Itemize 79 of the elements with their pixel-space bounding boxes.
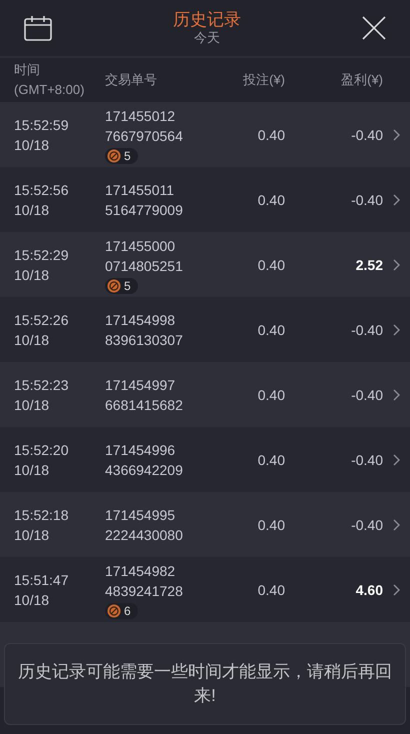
record-date: 10/18 [14,396,50,414]
chevron-right-icon [393,128,400,140]
record-date: 10/18 [14,330,50,350]
stake-amount: 0.40 [258,320,285,340]
record-date: 10/18 [14,460,50,480]
record-time: 15:52:59 [14,116,68,134]
order-number: 4366942209 [105,460,183,480]
stake-amount: 0.40 [258,256,285,274]
record-row[interactable]: 15:52:23 10/18 171454997 6681415682 0.40 -0.40 [0,362,410,427]
order-number: 171454997 [105,376,176,394]
page-title: 历史记录 [173,10,241,30]
record-row[interactable]: 15:52:59 10/18 171455012 7667970564 5 0.40 -0.40 [0,102,410,167]
chevron-right-icon [393,258,400,270]
chevron-right-icon [393,454,400,466]
record-time: 15:52:56 [14,180,68,200]
record-date: 10/18 [14,590,50,610]
profit-amount: 4.60 [356,580,383,600]
order-number: 171454995 [105,506,176,524]
record-row[interactable]: 15:52:18 10/18 171454995 2224430080 0.40 -0.40 [0,492,410,557]
order-number: 2224430080 [105,526,183,544]
profit-amount: -0.40 [351,450,383,470]
order-number: 171455011 [105,180,174,200]
ball-icon [107,278,121,292]
ball-icon [107,148,121,162]
calendar-icon[interactable] [24,15,52,41]
stake-amount: 0.40 [258,386,285,404]
record-date: 10/18 [14,136,50,154]
bonus-badge: 5 [105,278,138,294]
record-row[interactable]: 15:52:56 10/18 171455011 5164779009 0.40 -0.40 [0,167,410,232]
record-time: 15:51:47 [14,570,68,590]
order-number: 171454998 [105,310,176,330]
profit-amount: -0.40 [351,320,383,340]
bonus-badge: 5 [105,148,138,164]
order-number: 8396130307 [105,330,183,350]
profit-amount: -0.40 [351,190,383,210]
page-subtitle: 今天 [194,30,220,46]
order-number: 171455000 [105,236,176,256]
profit-amount: -0.40 [351,126,383,144]
chevron-right-icon [393,324,400,336]
record-time: 15:52:26 [14,310,68,330]
bonus-badge: 6 [105,602,138,618]
chevron-right-icon [393,194,400,206]
record-row[interactable]: 15:51:47 10/18 171454982 4839241728 6 0.40 4.60 [0,557,410,622]
stake-amount: 0.40 [258,126,285,144]
profit-amount: -0.40 [351,516,383,534]
order-number: 171454996 [105,440,176,460]
column-header: 时间 (GMT+8:00) [13,61,86,99]
column-header: 交易单号 [105,71,158,89]
close-icon[interactable] [362,16,386,40]
order-number: 171455012 [105,106,176,126]
stake-amount: 0.40 [258,190,285,210]
profit-amount: -0.40 [351,386,383,404]
chevron-right-icon [393,388,400,400]
stake-amount: 0.40 [258,580,285,600]
stake-amount: 0.40 [258,450,285,470]
record-date: 10/18 [14,200,50,220]
order-number: 6681415682 [105,396,183,414]
record-date: 10/18 [14,266,50,284]
record-time: 15:52:18 [14,506,68,524]
column-header: 投注(¥) [242,71,285,89]
order-number: 0714805251 [105,256,183,276]
record-time: 15:52:20 [14,440,68,460]
order-number: 5164779009 [105,200,183,220]
order-number: 7667970564 [105,126,183,146]
profit-amount: 2.52 [356,256,383,274]
chevron-right-icon [393,518,400,530]
order-number: 4839241728 [105,582,183,600]
record-date: 10/18 [14,526,50,544]
toast-message: 历史记录可能需要一些时间才能显示，请稍后再回来! [4,643,406,725]
chevron-right-icon [393,584,400,596]
stake-amount: 0.40 [258,516,285,534]
ball-icon [107,604,121,618]
column-header: 盈利(¥) [340,71,383,89]
record-row[interactable]: 15:52:29 10/18 171455000 0714805251 5 0.40 2.52 [0,232,410,297]
record-time: 15:52:29 [14,246,68,264]
record-row[interactable]: 15:52:20 10/18 171454996 4366942209 0.40 -0.40 [0,427,410,492]
order-number: 171454982 [105,562,176,580]
record-time: 15:52:23 [14,376,68,394]
record-row[interactable]: 15:52:26 10/18 171454998 8396130307 0.40 -0.40 [0,297,410,362]
